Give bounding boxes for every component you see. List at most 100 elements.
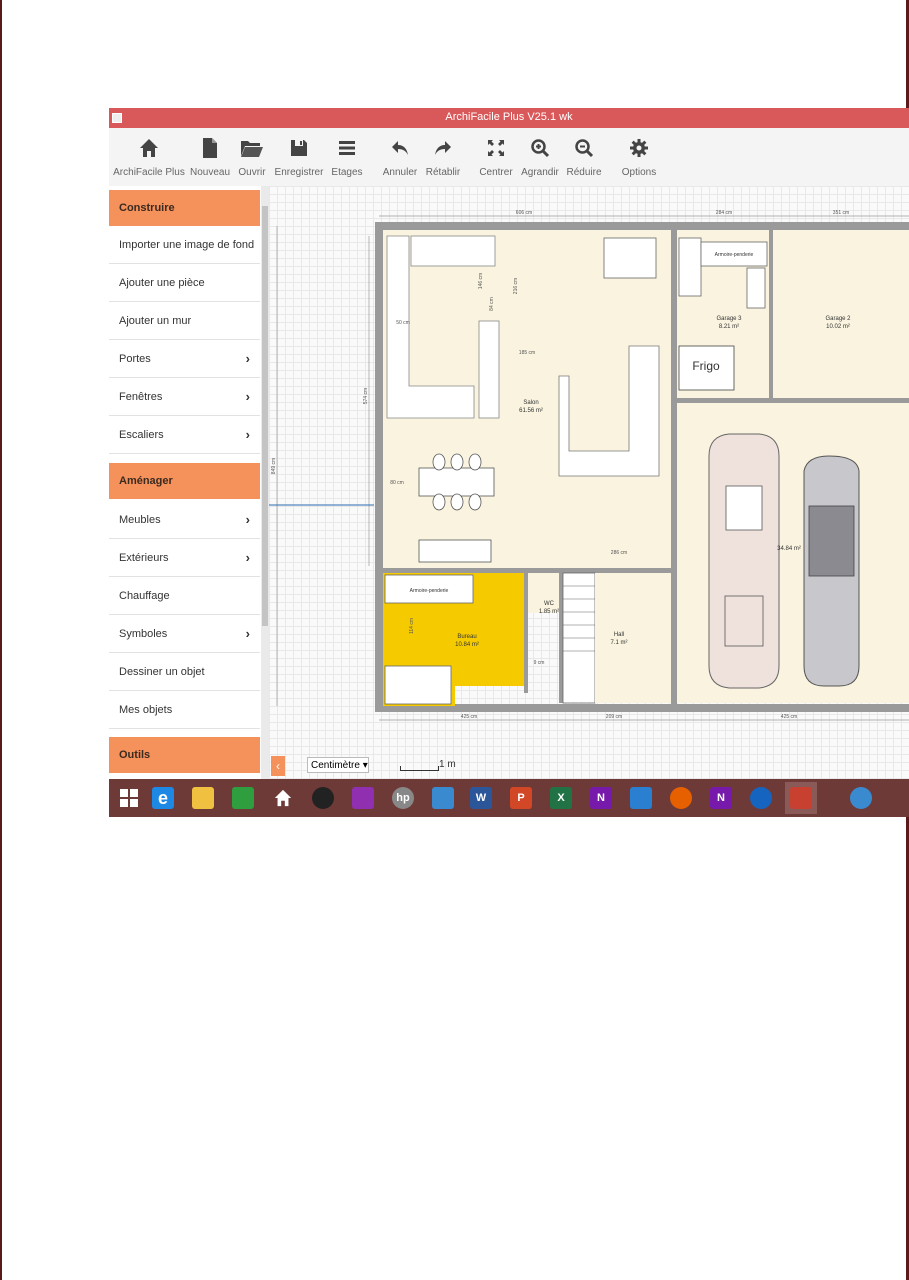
toolbar-save-button[interactable]: Enregistrer (273, 128, 325, 186)
sidebar-item-draw-object[interactable]: Dessiner un objet (109, 653, 260, 691)
sidebar-item-stairs[interactable]: Escaliers › (109, 416, 260, 454)
dining-table (418, 467, 495, 497)
toolbar-options-button[interactable]: Options (619, 128, 659, 186)
sidebar-item-exteriors[interactable]: Extérieurs › (109, 539, 260, 577)
taskbar-item-maps[interactable] (625, 782, 657, 814)
taskbar-item-photos[interactable] (347, 782, 379, 814)
taskbar-item-explorer[interactable] (187, 782, 219, 814)
dim-salon-h: 185 cm (519, 350, 535, 356)
room-garage-2 (773, 230, 909, 398)
file-explorer-icon (192, 787, 214, 809)
toolbar-archifacile-button[interactable]: ArchiFacile Plus (113, 128, 185, 186)
taskbar-item-ie[interactable]: e (147, 782, 179, 814)
sidebar-item-label: Ajouter un mur (119, 315, 192, 327)
toolbar-zoom-out-button[interactable]: Réduire (565, 128, 603, 186)
sidebar-item-import-background[interactable]: Importer une image de fond (109, 226, 260, 264)
toolbar-label: Nouveau (189, 167, 231, 178)
unit-select[interactable]: Centimètre ▾ (307, 757, 369, 773)
taskbar-item-app-blue[interactable] (745, 782, 777, 814)
sidebar-item-symbols[interactable]: Symboles › (109, 615, 260, 653)
taskbar-item-powerpoint[interactable]: P (505, 782, 537, 814)
sidebar-item-add-wall[interactable]: Ajouter un mur (109, 302, 260, 340)
internet-explorer-icon: e (152, 787, 174, 809)
garage3-name: Garage 3 (716, 316, 742, 322)
toolbar-label: Ouvrir (238, 167, 266, 178)
excel-icon: X (550, 787, 572, 809)
word-icon: W (470, 787, 492, 809)
sidebar-item-heating[interactable]: Chauffage (109, 577, 260, 615)
onenote-clip-icon: N (710, 787, 732, 809)
dim-salon-v: 216 cm (513, 278, 519, 294)
toolbar-label: Etages (331, 167, 363, 178)
sidebar-item-label: Chauffage (119, 590, 170, 602)
car-right (803, 455, 860, 687)
garage-cabinet (678, 237, 702, 297)
toolbar-open-button[interactable]: Ouvrir (236, 128, 268, 186)
sidebar-item-label: Portes (119, 353, 151, 365)
toolbar-floors-button[interactable]: Etages (329, 128, 365, 186)
sidebar-item-doors[interactable]: Portes › (109, 340, 260, 378)
kitchen-island (478, 320, 500, 419)
taskbar-item-word[interactable]: W (465, 782, 497, 814)
redo-icon (435, 141, 451, 155)
firefox-icon (670, 787, 692, 809)
sidebar-scroll-thumb[interactable] (262, 206, 268, 626)
collapse-sidebar-button[interactable]: ‹ (271, 756, 285, 776)
scale-label: 1 m (439, 759, 456, 770)
dim-top-g2: 351 cm (833, 210, 849, 216)
dim-kitchen-v2: 84 cm (489, 297, 495, 311)
toolbar-label: Enregistrer (274, 167, 324, 178)
taskbar-item-firefox[interactable] (665, 782, 697, 814)
section-outils-header[interactable]: Outils (109, 737, 260, 773)
folder-open-icon (241, 141, 263, 157)
hall-name: Hall (614, 632, 624, 638)
unit-select-value: Centimètre (311, 760, 360, 771)
sidebar-item-furniture[interactable]: Meubles › (109, 501, 260, 539)
maps-app-icon (630, 787, 652, 809)
taskbar-item-home[interactable] (267, 782, 299, 814)
taskbar-item-store[interactable] (227, 782, 259, 814)
dim-bottom-left: 425 cm (461, 714, 477, 720)
chevron-right-icon: › (245, 550, 250, 565)
taskbar-item-excel[interactable]: X (545, 782, 577, 814)
camera-app-icon (312, 787, 334, 809)
taskbar-item-network[interactable] (427, 782, 459, 814)
wc-name: WC (544, 601, 555, 607)
armoire-garage-label: Armoire-penderie (715, 252, 754, 258)
sidebar-item-label: Importer une image de fond (119, 239, 255, 251)
taskbar-item-camera[interactable] (307, 782, 339, 814)
sidebar-item-label: Mes objets (119, 704, 173, 716)
section-amenager-header[interactable]: Aménager (109, 463, 260, 499)
taskbar-start-button[interactable] (113, 782, 145, 814)
chevron-right-icon: › (245, 351, 250, 366)
home-app-icon (274, 789, 292, 807)
taskbar-item-hp[interactable]: hp (387, 782, 419, 814)
window-title: ArchiFacile Plus V25.1 wk (445, 111, 573, 123)
sidebar-item-my-objects[interactable]: Mes objets (109, 691, 260, 729)
sidebar-item-windows[interactable]: Fenêtres › (109, 378, 260, 416)
sidebar-item-add-room[interactable]: Ajouter une pièce (109, 264, 260, 302)
toolbar-center-button[interactable]: Centrer (477, 128, 515, 186)
toolbar-undo-button[interactable]: Annuler (379, 128, 421, 186)
windows-start-icon (120, 789, 138, 807)
taskbar-item-onenote[interactable]: N (585, 782, 617, 814)
toolbar-new-button[interactable]: Nouveau (189, 128, 231, 186)
network-app-icon (432, 787, 454, 809)
toolbar-zoom-in-button[interactable]: Agrandir (519, 128, 561, 186)
windows-taskbar: e hp W P X N N (109, 779, 909, 817)
section-construire-header[interactable]: Construire (109, 190, 260, 226)
toolbar-label: ArchiFacile Plus (113, 167, 185, 178)
taskbar-item-onenote-clip[interactable]: N (705, 782, 737, 814)
sidebar-item-label: Dessiner un objet (119, 666, 205, 678)
sidebar: Construire Importer une image de fond Aj… (109, 186, 269, 787)
taskbar-item-notifications[interactable] (845, 782, 877, 814)
sidebar-item-label: Escaliers (119, 429, 164, 441)
fridge-label: Frigo (692, 359, 720, 373)
plan-canvas[interactable]: Salon 61.56 m² Bureau 10.84 m² WC 1.85 m… (269, 186, 909, 787)
sidebar-scrollbar[interactable] (261, 186, 269, 787)
bureau-area: 10.84 m² (455, 642, 479, 648)
taskbar-item-archifacile[interactable] (785, 782, 817, 814)
hall-area: 7.1 m² (610, 640, 627, 646)
toolbar-redo-button[interactable]: Rétablir (423, 128, 463, 186)
onenote-icon: N (590, 787, 612, 809)
